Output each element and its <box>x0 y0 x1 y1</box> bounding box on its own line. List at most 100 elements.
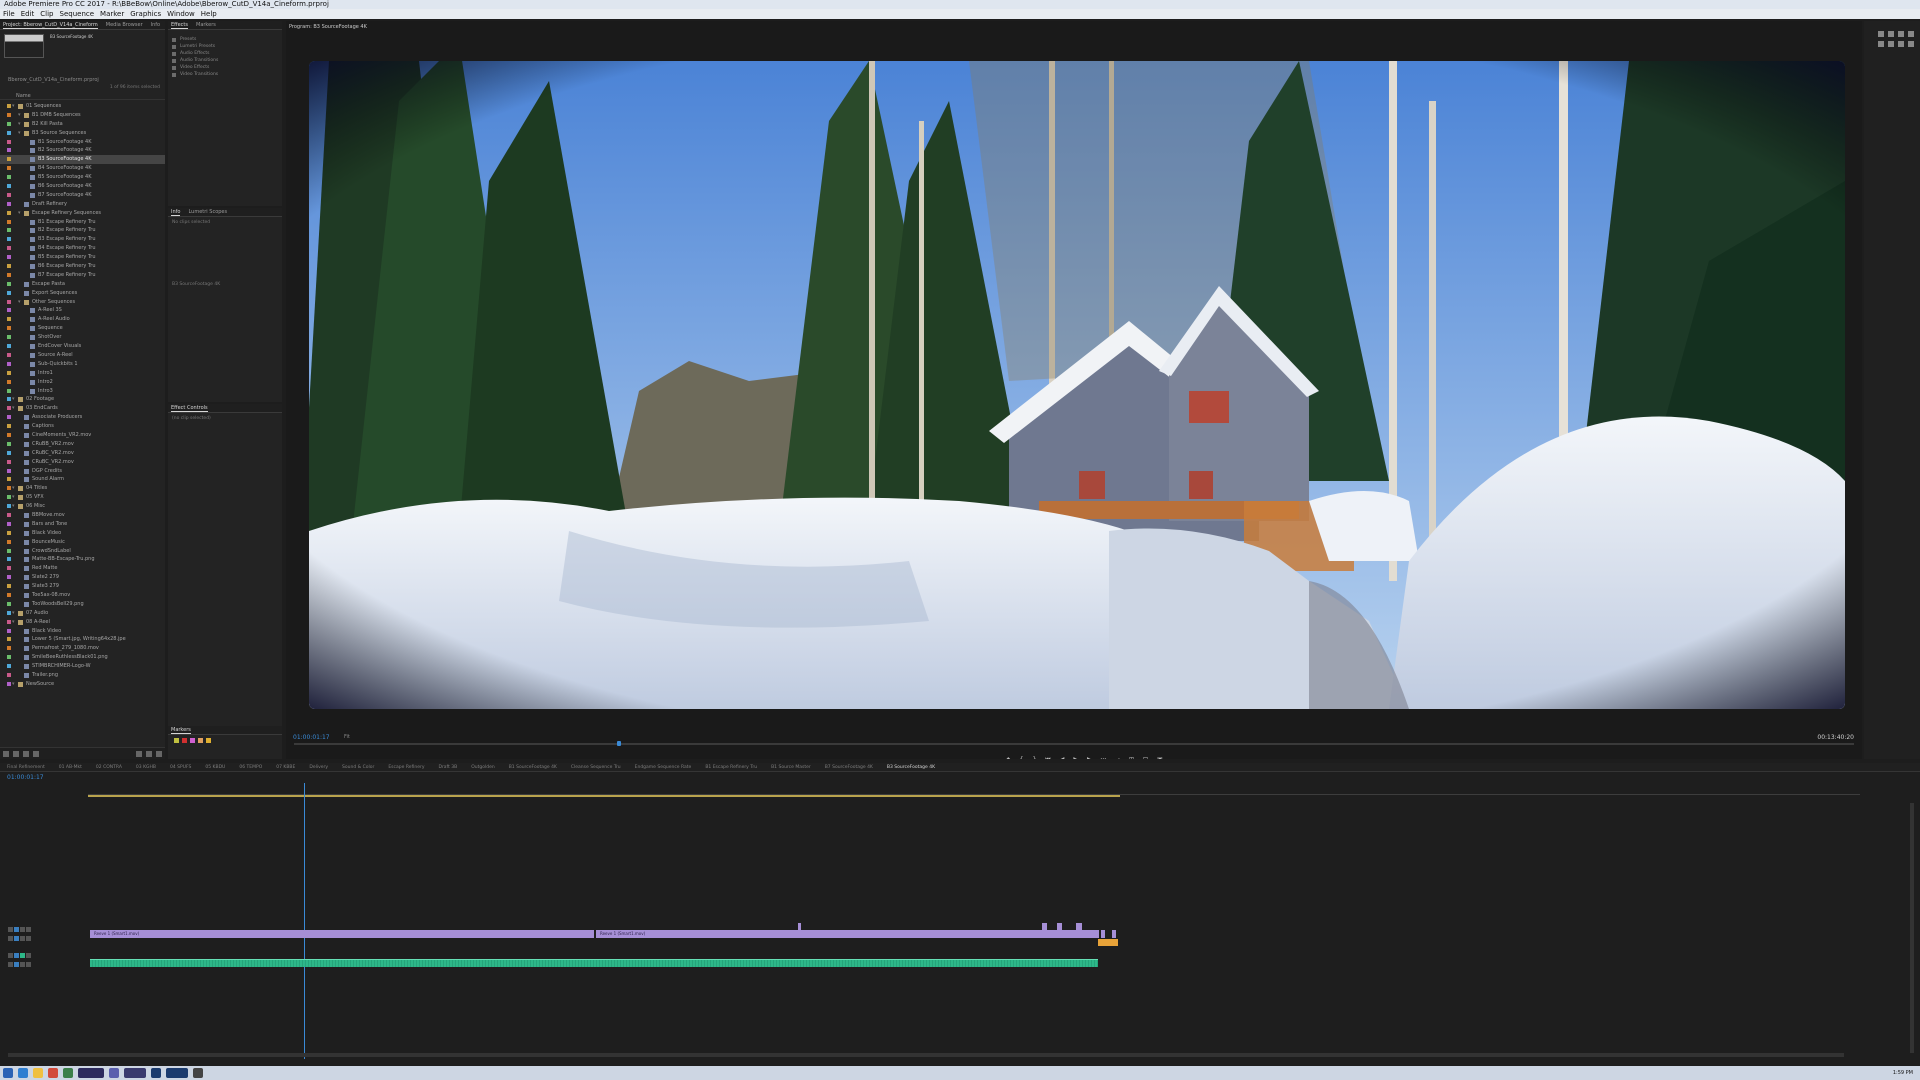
label-color-swatch[interactable] <box>7 130 11 135</box>
project-item[interactable]: B5 SourceFootage 4K <box>0 173 165 182</box>
project-item[interactable]: DGP Credits <box>0 467 165 476</box>
bin-folder[interactable]: ▾ B1 DMB Sequences <box>0 111 165 120</box>
sequence-tab[interactable]: Endgame Sequence Rate <box>628 763 699 771</box>
tab-markers[interactable]: Markers <box>196 21 216 29</box>
project-item[interactable]: B2 SourceFootage 4K <box>0 146 165 155</box>
bin-folder[interactable]: ▾ B3 Source Sequences <box>0 129 165 138</box>
effects-folder[interactable]: Audio Effects <box>168 50 282 57</box>
label-color-swatch[interactable] <box>7 397 11 402</box>
video-clip-1[interactable]: Reeve 1 (Smart1.mov) <box>90 930 594 938</box>
bin-folder[interactable]: ▾ B2 Kill Pasta <box>0 120 165 129</box>
label-color-swatch[interactable] <box>7 157 11 162</box>
bin-folder[interactable]: ▾ 03 EndCards <box>0 404 165 413</box>
label-color-swatch[interactable] <box>7 646 11 651</box>
label-color-swatch[interactable] <box>7 361 11 366</box>
label-color-swatch[interactable] <box>7 290 11 295</box>
label-color-swatch[interactable] <box>7 210 11 215</box>
app-icon[interactable] <box>63 1068 73 1078</box>
bin-folder[interactable]: ▾ 04 Titles <box>0 484 165 493</box>
label-color-swatch[interactable] <box>7 272 11 277</box>
sequence-tab[interactable]: 04 SPUFS <box>163 763 198 771</box>
label-color-swatch[interactable] <box>7 406 11 411</box>
sequence-tab[interactable]: 05 KBDU <box>198 763 232 771</box>
app-icon[interactable] <box>193 1068 203 1078</box>
disclosure-triangle-icon[interactable]: ▾ <box>12 102 15 111</box>
sequence-tab[interactable]: B1 Escape Refinery Tru <box>698 763 764 771</box>
label-color-swatch[interactable] <box>7 610 11 615</box>
project-item[interactable]: SmileBeeRuthlessBlack01.png <box>0 653 165 662</box>
go-to-in-icon[interactable]: ⏮ <box>1045 756 1050 759</box>
selection-tool-icon[interactable] <box>1878 31 1884 37</box>
project-item[interactable]: Lower 5 (Smart.jpg, Writing64x28.jpe <box>0 635 165 644</box>
add-marker-icon[interactable]: ◆ <box>1006 756 1011 759</box>
project-item[interactable]: ShotOver <box>0 333 165 342</box>
app-icon[interactable] <box>109 1068 119 1078</box>
label-color-swatch[interactable] <box>7 486 11 491</box>
label-color-swatch[interactable] <box>7 326 11 331</box>
effects-folder[interactable]: Audio Transitions <box>168 57 282 64</box>
clip-marker-small[interactable] <box>1042 923 1047 930</box>
track-header-a1[interactable] <box>8 951 88 960</box>
sequence-tab[interactable]: Outgolden <box>464 763 502 771</box>
start-icon[interactable] <box>3 1068 13 1078</box>
label-color-swatch[interactable] <box>7 450 11 455</box>
lift-icon[interactable]: → <box>1115 756 1120 759</box>
timeline-ruler[interactable] <box>88 785 1860 795</box>
sequence-tab[interactable]: B1 SourceFootage 4K <box>502 763 564 771</box>
freeform-view-icon[interactable] <box>23 751 29 757</box>
step-back-icon[interactable]: ◀ <box>1060 756 1065 759</box>
button-editor-icon[interactable]: ▣ <box>1157 756 1163 759</box>
disclosure-triangle-icon[interactable]: ▾ <box>12 395 15 404</box>
program-time-ruler[interactable] <box>294 743 1854 745</box>
project-item[interactable]: CRuBC_VR2.mov <box>0 449 165 458</box>
tab-markers-2[interactable]: Markers <box>171 726 191 734</box>
label-color-swatch[interactable] <box>7 237 11 242</box>
project-item[interactable]: Black Video <box>0 627 165 636</box>
menu-graphics[interactable]: Graphics <box>130 9 161 19</box>
hand-tool-icon[interactable] <box>1898 41 1904 47</box>
tab-lumetri-scopes[interactable]: Lumetri Scopes <box>188 208 227 216</box>
project-item[interactable]: B7 SourceFootage 4K <box>0 191 165 200</box>
sequence-tab[interactable]: 02 CONTRA <box>89 763 129 771</box>
label-color-swatch[interactable] <box>7 459 11 464</box>
sequence-tab[interactable]: B3 SourceFootage 4K <box>880 763 942 771</box>
label-color-swatch[interactable] <box>7 432 11 437</box>
sequence-tab[interactable]: Escape Refinery <box>381 763 431 771</box>
label-color-swatch[interactable] <box>7 655 11 660</box>
label-color-swatch[interactable] <box>7 441 11 446</box>
bin-folder[interactable]: ▾ NewSource <box>0 680 165 689</box>
project-item[interactable]: B3 SourceFootage 4K <box>0 155 165 165</box>
project-item[interactable]: STIMBRCHIMER-Logo-W <box>0 662 165 671</box>
track-header-a2[interactable] <box>8 960 88 969</box>
marker-color-swatch[interactable] <box>182 738 187 743</box>
disclosure-triangle-icon[interactable]: ▾ <box>12 680 15 689</box>
tab-effect-controls[interactable]: Effect Controls <box>171 404 208 412</box>
video-clip-2[interactable]: Reeve 1 (Smart1.mov) <box>596 930 1099 938</box>
label-color-swatch[interactable] <box>7 557 11 562</box>
project-item[interactable]: BBMove.mov <box>0 511 165 520</box>
program-current-timecode[interactable]: 01:00:01:17 <box>293 734 330 741</box>
project-item[interactable]: Captions <box>0 422 165 431</box>
project-item[interactable]: Black Video <box>0 529 165 538</box>
menu-help[interactable]: Help <box>201 9 217 19</box>
project-item[interactable]: Source A-Reel <box>0 351 165 360</box>
project-item[interactable]: Intro2 <box>0 378 165 387</box>
label-color-swatch[interactable] <box>7 584 11 589</box>
tab-info[interactable]: Info <box>151 21 160 29</box>
label-color-swatch[interactable] <box>7 681 11 686</box>
project-item[interactable]: Slate3 279 <box>0 582 165 591</box>
app-icon[interactable] <box>166 1068 188 1078</box>
bin-folder[interactable]: ▾ 01 Sequences <box>0 102 165 111</box>
label-color-swatch[interactable] <box>7 184 11 189</box>
project-item[interactable]: Trailer.png <box>0 671 165 680</box>
list-view-icon[interactable] <box>3 751 9 757</box>
program-tab[interactable]: Program: B3 SourceFootage 4K <box>289 24 367 30</box>
label-color-swatch[interactable] <box>7 592 11 597</box>
project-item[interactable]: A-Reel 3S <box>0 306 165 315</box>
project-item[interactable]: Red Matte <box>0 564 165 573</box>
label-color-swatch[interactable] <box>7 539 11 544</box>
project-item[interactable]: Sub-Quickbits 1 <box>0 360 165 369</box>
sequence-tab[interactable]: Cleanse Sequence Tru <box>564 763 628 771</box>
column-header-name[interactable]: Name <box>0 92 165 100</box>
disclosure-triangle-icon[interactable]: ▾ <box>12 484 15 493</box>
